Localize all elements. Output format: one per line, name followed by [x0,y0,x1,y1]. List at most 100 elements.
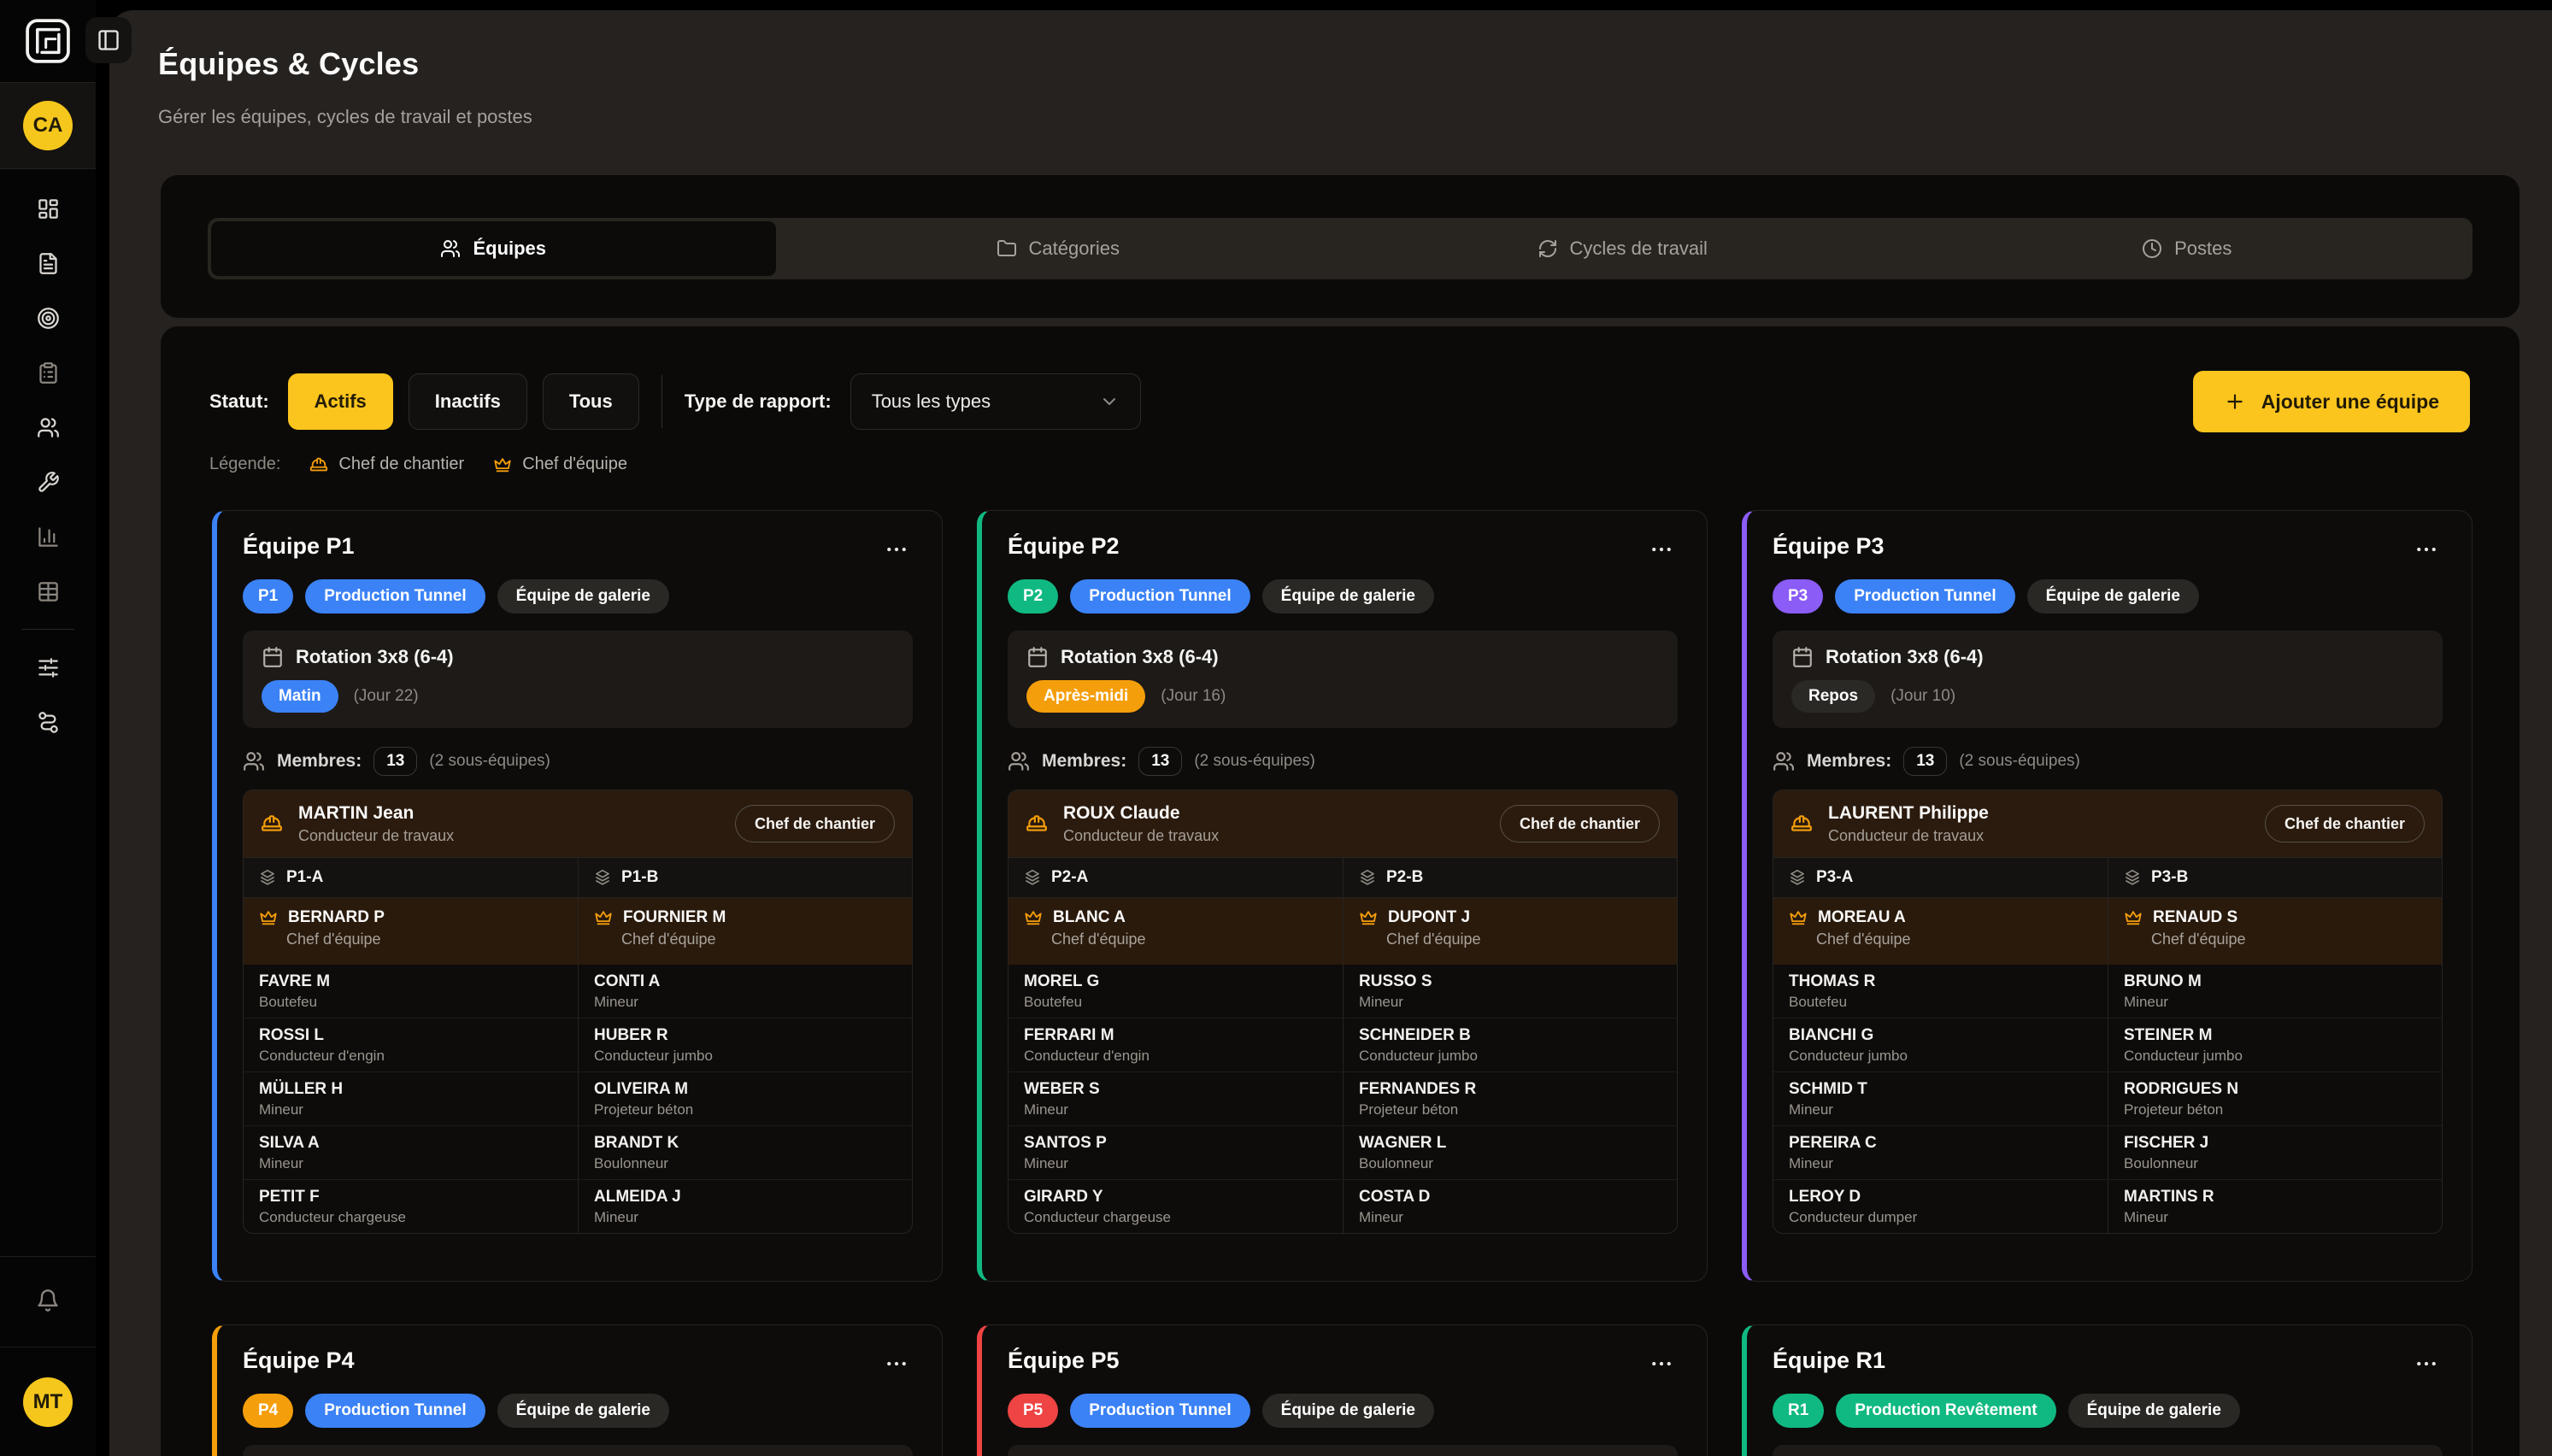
member-name: BRANDT K [594,1134,897,1153]
member-name: BIANCHI G [1789,1026,2092,1045]
member-role: Conducteur d'engin [259,1048,562,1065]
team-menu-button[interactable] [2410,533,2443,570]
hard-hat-icon [261,813,283,835]
tab-bar: Équipes Catégories Cycles de travail Pos… [208,218,2473,279]
member-role: Boutefeu [1024,994,1327,1011]
member-row: RODRIGUES N Projeteur béton [2108,1072,2442,1125]
status-filter-tous[interactable]: Tous [543,373,639,430]
team-category-badge: Production Tunnel [1070,579,1250,614]
member-role: Conducteur jumbo [594,1048,897,1065]
tab-postes[interactable]: Postes [1905,221,2470,276]
team-menu-button[interactable] [1645,533,1678,570]
status-label: Statut: [209,390,269,413]
page-title: Équipes & Cycles [158,46,419,82]
member-row: RUSSO S Mineur [1343,965,1677,1018]
report-type-select[interactable]: Tous les types [850,373,1141,430]
member-role: Mineur [594,1209,897,1226]
sidebar-item-file-text[interactable] [0,236,96,291]
ellipsis-icon [1649,1351,1674,1377]
status-filter-actifs[interactable]: Actifs [288,373,393,430]
member-role: Mineur [259,1101,562,1118]
subteam-leader-row: BLANC A Chef d'équipe [1008,898,1343,965]
member-name: ALMEIDA J [594,1188,897,1206]
member-name: WAGNER L [1359,1134,1661,1153]
file-text-icon [37,252,60,275]
user-avatar-top[interactable]: CA [23,101,73,150]
tab-label: Cycles de travail [1570,238,1708,260]
member-role: Projeteur béton [1359,1101,1661,1118]
member-role: Mineur [1789,1155,2092,1172]
status-filter-inactifs[interactable]: Inactifs [409,373,527,430]
layers-icon [2124,869,2141,886]
member-role: Boulonneur [2124,1155,2426,1172]
sidebar-item-users[interactable] [0,400,96,455]
sidebar-item-dashboard[interactable] [0,181,96,236]
leader-role: Chef d'équipe [1051,931,1327,948]
table-icon [37,580,60,603]
users-icon [243,750,265,772]
team-category-badge: Production Tunnel [1835,579,2014,614]
notifications-button[interactable] [0,1271,96,1330]
target-icon [37,307,60,330]
legend-item: Chef de chantier [309,455,464,474]
clipboard-list-icon [37,361,60,385]
rotation-label: Rotation 3x8 (6-4) [1061,646,1219,668]
sidebar-item-clipboard-list[interactable] [0,345,96,400]
member-row: MARTINS R Mineur [2108,1180,2442,1233]
tab--quipes[interactable]: Équipes [211,221,776,276]
member-name: HUBER R [594,1026,897,1045]
members-count: 13 [1903,747,1947,776]
ellipsis-icon [2414,1351,2439,1377]
user-avatar-bottom[interactable]: MT [23,1377,73,1427]
team-menu-button[interactable] [880,1347,913,1384]
chief-badge: Chef de chantier [735,805,895,842]
sidebar-item-sliders[interactable] [0,640,96,695]
team-code-badge: R1 [1773,1394,1824,1428]
sidebar-toggle-button[interactable] [85,17,132,63]
team-card: Équipe P2 P2 Production Tunnel Équipe de… [977,510,1708,1282]
tab-cat-gories[interactable]: Catégories [776,221,1341,276]
member-row: STEINER M Conducteur jumbo [2108,1019,2442,1071]
status-filter-group: Actifs Inactifs Tous [288,373,639,430]
crown-icon [2124,908,2143,927]
sidebar-divider [0,1256,96,1257]
leader-role: Chef d'équipe [1386,931,1661,948]
shift-badge: Après-midi [1026,680,1145,713]
team-menu-button[interactable] [1645,1347,1678,1384]
report-type-label: Type de rapport: [685,390,832,413]
sidebar-item-wrench[interactable] [0,455,96,509]
tab-label: Catégories [1029,238,1120,260]
chevron-down-icon [1099,391,1120,412]
member-row: MÜLLER H Mineur [244,1072,578,1125]
ellipsis-icon [2414,537,2439,562]
member-row: BRANDT K Boulonneur [578,1126,912,1179]
member-row: PETIT F Conducteur chargeuse [244,1180,578,1233]
sidebar-item-bar-chart[interactable] [0,509,96,564]
sidebar-item-table[interactable] [0,564,96,619]
layers-icon [259,869,276,886]
tab-cycles-de-travail[interactable]: Cycles de travail [1340,221,1905,276]
member-name: SCHNEIDER B [1359,1026,1661,1045]
member-row: SANTOS P Mineur [1008,1126,1343,1179]
rotation-day: (Jour 16) [1161,687,1226,706]
sidebar-item-workflow[interactable] [0,695,96,749]
calendar-icon [1026,646,1049,668]
app-logo[interactable] [23,16,73,66]
member-role: Boulonneur [1359,1155,1661,1172]
team-card: Équipe R1 R1 Production Revêtement Équip… [1742,1324,2473,1456]
member-name: FISCHER J [2124,1134,2426,1153]
bar-chart-icon [37,525,60,549]
members-note: (2 sous-équipes) [1194,752,1315,771]
sidebar-item-target[interactable] [0,291,96,345]
rotation-box: Rotation 3x8 (6-4) Repos (Jour 10) [1773,631,2443,728]
team-menu-button[interactable] [880,533,913,570]
member-role: Mineur [1024,1101,1327,1118]
hard-hat-icon [309,455,328,474]
subteam-leader-row: MOREAU A Chef d'équipe [1773,898,2108,965]
subteam-header-row: P3-A P3-B [1773,857,2442,898]
team-menu-button[interactable] [2410,1347,2443,1384]
member-row: FAVRE M Boutefeu [244,965,578,1018]
add-team-button[interactable]: Ajouter une équipe [2193,371,2470,432]
subteam-id: P3-B [2151,868,2188,887]
chevron-down-icon [1099,391,1120,412]
